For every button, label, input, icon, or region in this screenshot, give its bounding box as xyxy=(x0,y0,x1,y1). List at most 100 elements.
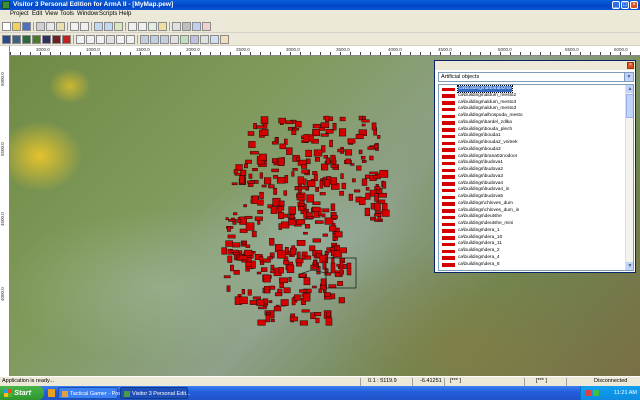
building[interactable] xyxy=(269,285,276,290)
building[interactable] xyxy=(360,155,366,160)
building[interactable] xyxy=(361,178,368,186)
building[interactable] xyxy=(353,189,361,193)
building[interactable] xyxy=(306,194,315,203)
building[interactable] xyxy=(227,255,233,263)
building[interactable] xyxy=(247,183,254,187)
building[interactable] xyxy=(332,122,337,131)
building[interactable] xyxy=(259,256,264,262)
building[interactable] xyxy=(352,178,356,183)
object-list-item[interactable]: ca\buildings\dera_2 xyxy=(440,248,626,254)
object-list-item[interactable]: ca\buildings\bouda3 xyxy=(440,147,626,153)
building[interactable] xyxy=(257,209,264,214)
building[interactable] xyxy=(365,187,370,191)
building[interactable] xyxy=(297,176,304,185)
mode-move-icon[interactable] xyxy=(86,35,95,44)
building[interactable] xyxy=(271,168,279,173)
start-button[interactable]: Start xyxy=(0,386,44,400)
open-icon[interactable] xyxy=(12,22,21,31)
building[interactable] xyxy=(260,267,268,272)
building[interactable] xyxy=(244,215,253,219)
object-list-item[interactable]: ca\buildings\dera_1 xyxy=(440,228,626,234)
building[interactable] xyxy=(245,222,255,231)
keypoint-icon[interactable] xyxy=(190,35,199,44)
object-list-item[interactable]: ca\buildings\bouda_plech xyxy=(440,127,626,133)
building[interactable] xyxy=(296,240,306,246)
building[interactable] xyxy=(244,163,248,169)
building[interactable] xyxy=(270,270,276,274)
light-icon[interactable] xyxy=(158,22,167,31)
menu-view[interactable]: View xyxy=(45,11,58,17)
building[interactable] xyxy=(381,209,390,217)
quicklaunch-folder-icon[interactable] xyxy=(48,389,55,397)
building[interactable] xyxy=(321,163,329,171)
task-visitor3[interactable]: Visitor 3 Personal Edit... xyxy=(120,387,191,399)
building[interactable] xyxy=(373,174,378,179)
title-bar[interactable]: Visitor 3 Personal Edition for ArmA II -… xyxy=(0,0,640,10)
building[interactable] xyxy=(295,258,304,264)
building[interactable] xyxy=(305,158,311,165)
building[interactable] xyxy=(326,247,332,253)
building[interactable] xyxy=(279,282,284,288)
object-list-item[interactable]: ca\buildings\budova4 xyxy=(440,181,626,187)
lock-icon[interactable] xyxy=(220,35,229,44)
building[interactable] xyxy=(330,262,336,274)
building[interactable] xyxy=(330,203,336,212)
maximize-button[interactable]: □ xyxy=(621,1,629,9)
move-icon[interactable] xyxy=(114,22,123,31)
building[interactable] xyxy=(301,169,310,174)
object-list-item[interactable]: ca\buildings\dera_6 xyxy=(440,262,626,268)
building[interactable] xyxy=(369,171,379,175)
building[interactable] xyxy=(303,134,310,143)
building[interactable] xyxy=(325,317,333,326)
object-list-item[interactable]: ca\buildings\chloves_dum_in xyxy=(440,208,626,214)
building[interactable] xyxy=(288,214,295,219)
building[interactable] xyxy=(296,219,306,225)
tray-security-icon[interactable] xyxy=(585,390,591,396)
building[interactable] xyxy=(273,187,278,195)
layer-shade-icon[interactable] xyxy=(42,35,51,44)
building[interactable] xyxy=(241,241,246,245)
building[interactable] xyxy=(318,288,322,293)
object-list-item[interactable]: ca\buildings\bouda2_vnitrek xyxy=(440,140,626,146)
object-list-item[interactable]: ca\buildings\aldum_mesto2 xyxy=(440,93,626,99)
save-icon[interactable] xyxy=(22,22,31,31)
building[interactable] xyxy=(345,158,351,165)
building[interactable] xyxy=(279,277,288,284)
building[interactable] xyxy=(361,119,370,123)
building[interactable] xyxy=(321,213,326,218)
layer-objects-icon[interactable] xyxy=(52,35,61,44)
building[interactable] xyxy=(336,263,340,267)
building[interactable] xyxy=(264,286,270,294)
building[interactable] xyxy=(296,194,304,198)
building[interactable] xyxy=(374,193,379,202)
building[interactable] xyxy=(251,195,259,204)
object-list-item[interactable]: ca\buildings\chloves_dum xyxy=(440,201,626,207)
building[interactable] xyxy=(274,292,283,297)
building[interactable] xyxy=(314,220,324,224)
mode-select-icon[interactable] xyxy=(76,35,85,44)
building[interactable] xyxy=(377,135,381,139)
building[interactable] xyxy=(329,116,334,121)
building[interactable] xyxy=(315,317,320,324)
building[interactable] xyxy=(277,157,285,166)
menu-scripts[interactable]: Scripts xyxy=(99,11,117,17)
building[interactable] xyxy=(328,284,337,289)
building[interactable] xyxy=(252,168,258,172)
building[interactable] xyxy=(251,260,256,269)
building[interactable] xyxy=(382,181,387,189)
building[interactable] xyxy=(239,296,248,305)
building[interactable] xyxy=(272,158,278,164)
building[interactable] xyxy=(313,149,323,157)
building[interactable] xyxy=(285,120,293,125)
building[interactable] xyxy=(367,146,375,150)
building[interactable] xyxy=(256,125,265,129)
building[interactable] xyxy=(299,289,307,293)
building[interactable] xyxy=(371,122,377,131)
building[interactable] xyxy=(287,127,293,131)
building[interactable] xyxy=(346,262,352,276)
building[interactable] xyxy=(270,206,278,214)
building[interactable] xyxy=(292,168,298,171)
layer-forest-icon[interactable] xyxy=(32,35,41,44)
zoom-out-icon[interactable] xyxy=(104,22,113,31)
building[interactable] xyxy=(259,191,264,199)
